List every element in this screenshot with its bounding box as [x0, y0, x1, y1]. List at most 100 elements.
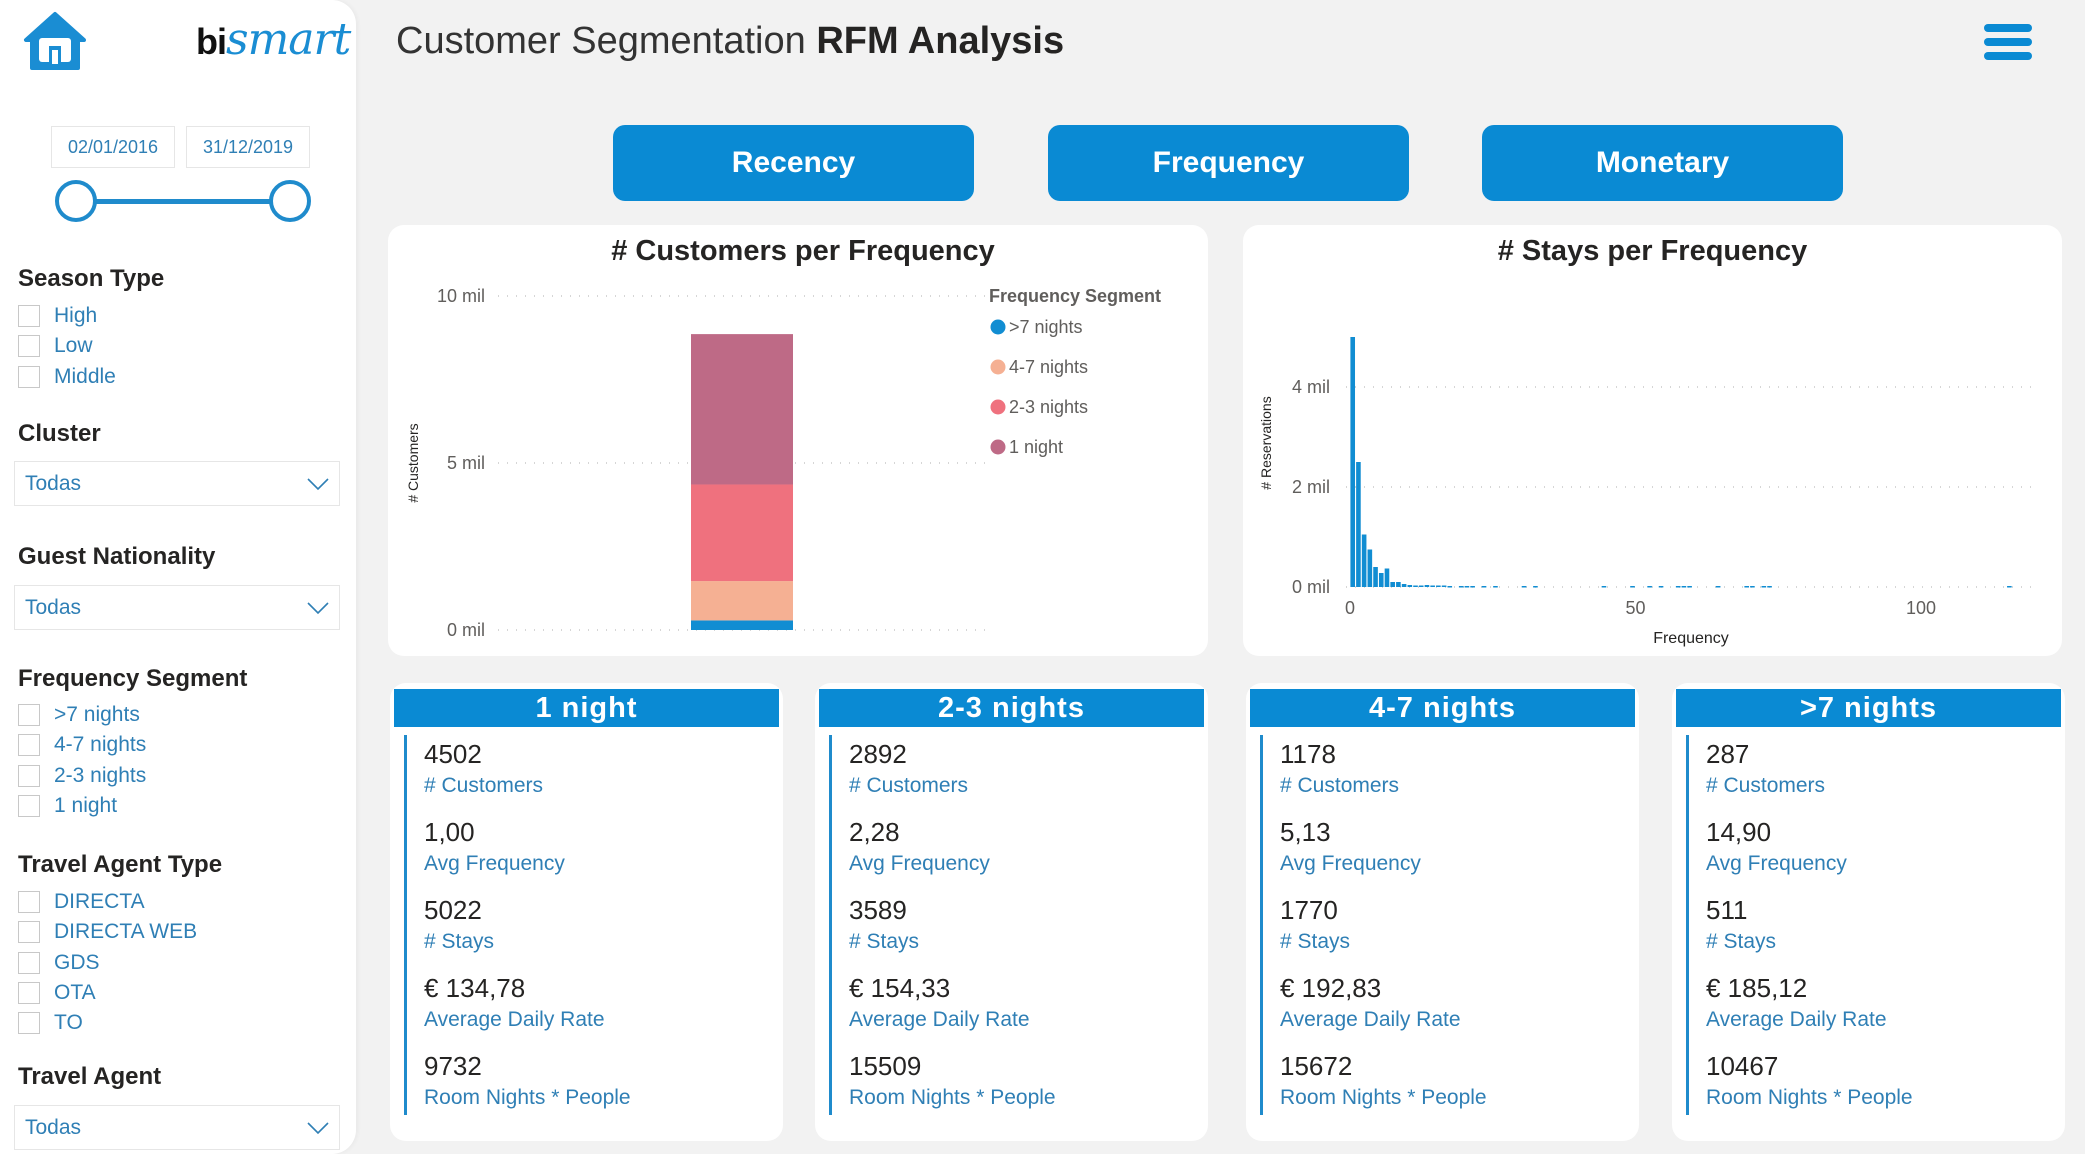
legend-marker	[990, 439, 1006, 455]
segment-accent-bar	[1260, 735, 1263, 1115]
histogram-bar[interactable]	[1361, 534, 1367, 588]
date-slider-track[interactable]	[76, 199, 292, 204]
checkbox[interactable]	[18, 795, 40, 817]
kpi-label-customers: # Customers	[849, 774, 969, 797]
legend-item[interactable]: 2-3 nights	[1009, 397, 1088, 417]
histogram-bar[interactable]	[1378, 573, 1384, 587]
histogram-bar[interactable]	[1493, 586, 1498, 588]
frequency-button[interactable]: Frequency	[1048, 125, 1409, 201]
legend-item[interactable]: >7 nights	[1009, 317, 1083, 337]
histogram-bar[interactable]	[1418, 585, 1424, 588]
legend-item[interactable]: 1 night	[1009, 437, 1063, 457]
start-date-input[interactable]: 02/01/2016	[51, 126, 175, 168]
season-option-high[interactable]: High	[18, 303, 97, 329]
season-option-middle[interactable]: Middle	[18, 364, 116, 390]
checkbox[interactable]	[18, 891, 40, 913]
histogram-bar[interactable]	[1424, 585, 1430, 587]
home-icon[interactable]	[22, 10, 88, 72]
frequency-option-7plus[interactable]: >7 nights	[18, 702, 140, 728]
monetary-button[interactable]: Monetary	[1482, 125, 1843, 201]
histogram-bar[interactable]	[1356, 462, 1361, 587]
legend-item[interactable]: 4-7 nights	[1009, 357, 1088, 377]
histogram-bar[interactable]	[1367, 549, 1373, 588]
option-label: High	[54, 304, 98, 327]
histogram-bar[interactable]	[1630, 586, 1635, 588]
histogram-bar[interactable]	[1470, 586, 1475, 588]
bar-segment-1[interactable]	[691, 620, 793, 630]
kpi-value-avg-frequency: 2,28	[849, 817, 900, 847]
bar-segment-3[interactable]	[691, 484, 793, 582]
checkbox[interactable]	[18, 335, 40, 357]
agent-type-option-directa-web[interactable]: DIRECTA WEB	[18, 919, 197, 945]
season-option-low[interactable]: Low	[18, 333, 93, 359]
histogram-bar[interactable]	[1675, 586, 1681, 588]
agent-type-option-directa[interactable]: DIRECTA	[18, 889, 145, 915]
histogram-bar[interactable]	[1767, 586, 1772, 588]
recency-button[interactable]: Recency	[613, 125, 974, 201]
frequency-option-1[interactable]: 1 night	[18, 793, 117, 819]
histogram-bar[interactable]	[1407, 585, 1413, 587]
checkbox[interactable]	[18, 982, 40, 1004]
histogram-bar[interactable]	[1715, 586, 1721, 588]
histogram-bar[interactable]	[1401, 584, 1407, 587]
histogram-bar[interactable]	[1761, 586, 1767, 588]
date-slider-start-handle[interactable]	[55, 180, 97, 222]
checkbox[interactable]	[18, 952, 40, 974]
histogram-bar[interactable]	[1481, 586, 1487, 588]
agent-type-option-gds[interactable]: GDS	[18, 950, 100, 976]
cluster-title: Cluster	[18, 420, 101, 447]
kpi-value-stays: 1770	[1280, 895, 1338, 925]
histogram-bar[interactable]	[1396, 582, 1401, 587]
agent-type-option-to[interactable]: TO	[18, 1010, 83, 1036]
checkbox[interactable]	[18, 704, 40, 726]
bar-segment-4[interactable]	[691, 334, 793, 485]
frequency-option-2-3[interactable]: 2-3 nights	[18, 763, 146, 789]
date-slider-end-handle[interactable]	[269, 180, 311, 222]
bar-segment-2[interactable]	[691, 581, 793, 621]
kpi-value-customers: 1178	[1280, 739, 1336, 769]
checkbox[interactable]	[18, 366, 40, 388]
segment-card: >7 nights 287 # Customers 14,90 Avg Frequen…	[1672, 683, 2065, 1141]
page-title-light: Customer Segmentation	[396, 20, 806, 62]
histogram-bar[interactable]	[1436, 585, 1441, 588]
histogram-bar[interactable]	[1458, 586, 1464, 588]
histogram-bar[interactable]	[1744, 586, 1749, 588]
agent-type-option-ota[interactable]: OTA	[18, 980, 96, 1006]
histogram-bar[interactable]	[1750, 586, 1755, 588]
checkbox[interactable]	[18, 734, 40, 756]
guest-nationality-dropdown[interactable]: Todas	[14, 585, 340, 630]
kpi-value-room-nights-people: 9732	[424, 1051, 482, 1081]
y-tick-label: 0 mil	[447, 620, 485, 640]
histogram-bar[interactable]	[1647, 586, 1652, 588]
checkbox[interactable]	[18, 305, 40, 327]
histogram-bar[interactable]	[1447, 586, 1453, 588]
histogram-bar[interactable]	[1681, 586, 1687, 588]
travel-agent-dropdown[interactable]: Todas	[14, 1105, 340, 1150]
stays-per-frequency-card: # Stays per Frequency 0 mil 2 mil 4 mil 0 50…	[1243, 225, 2062, 656]
histogram-bar[interactable]	[1464, 586, 1470, 588]
kpi-value-stays: 511	[1706, 895, 1748, 925]
histogram-bar[interactable]	[1430, 585, 1435, 588]
segment-accent-bar	[404, 735, 407, 1115]
checkbox[interactable]	[18, 765, 40, 787]
end-date-input[interactable]: 31/12/2019	[186, 126, 310, 168]
histogram-bar[interactable]	[1601, 586, 1607, 588]
histogram-bar[interactable]	[1521, 586, 1527, 588]
checkbox[interactable]	[18, 1012, 40, 1034]
frequency-option-4-7[interactable]: 4-7 nights	[18, 732, 146, 758]
histogram-bar[interactable]	[1384, 568, 1390, 588]
histogram-bar[interactable]	[1413, 585, 1418, 588]
checkbox[interactable]	[18, 921, 40, 943]
histogram-bar[interactable]	[1390, 582, 1395, 587]
guest-nationality-title: Guest Nationality	[18, 543, 216, 570]
histogram-bar[interactable]	[1373, 567, 1378, 587]
histogram-bar[interactable]	[1687, 586, 1692, 588]
kpi-label-room-nights-people: Room Nights * People	[849, 1086, 1056, 1109]
histogram-bar[interactable]	[1350, 337, 1356, 587]
cluster-dropdown[interactable]: Todas	[14, 461, 340, 506]
histogram-bar[interactable]	[1441, 585, 1447, 588]
histogram-bar[interactable]	[2007, 586, 2012, 588]
histogram-bar[interactable]	[1658, 586, 1664, 588]
hamburger-menu-icon[interactable]	[1982, 22, 2034, 62]
histogram-bar[interactable]	[1533, 586, 1538, 588]
